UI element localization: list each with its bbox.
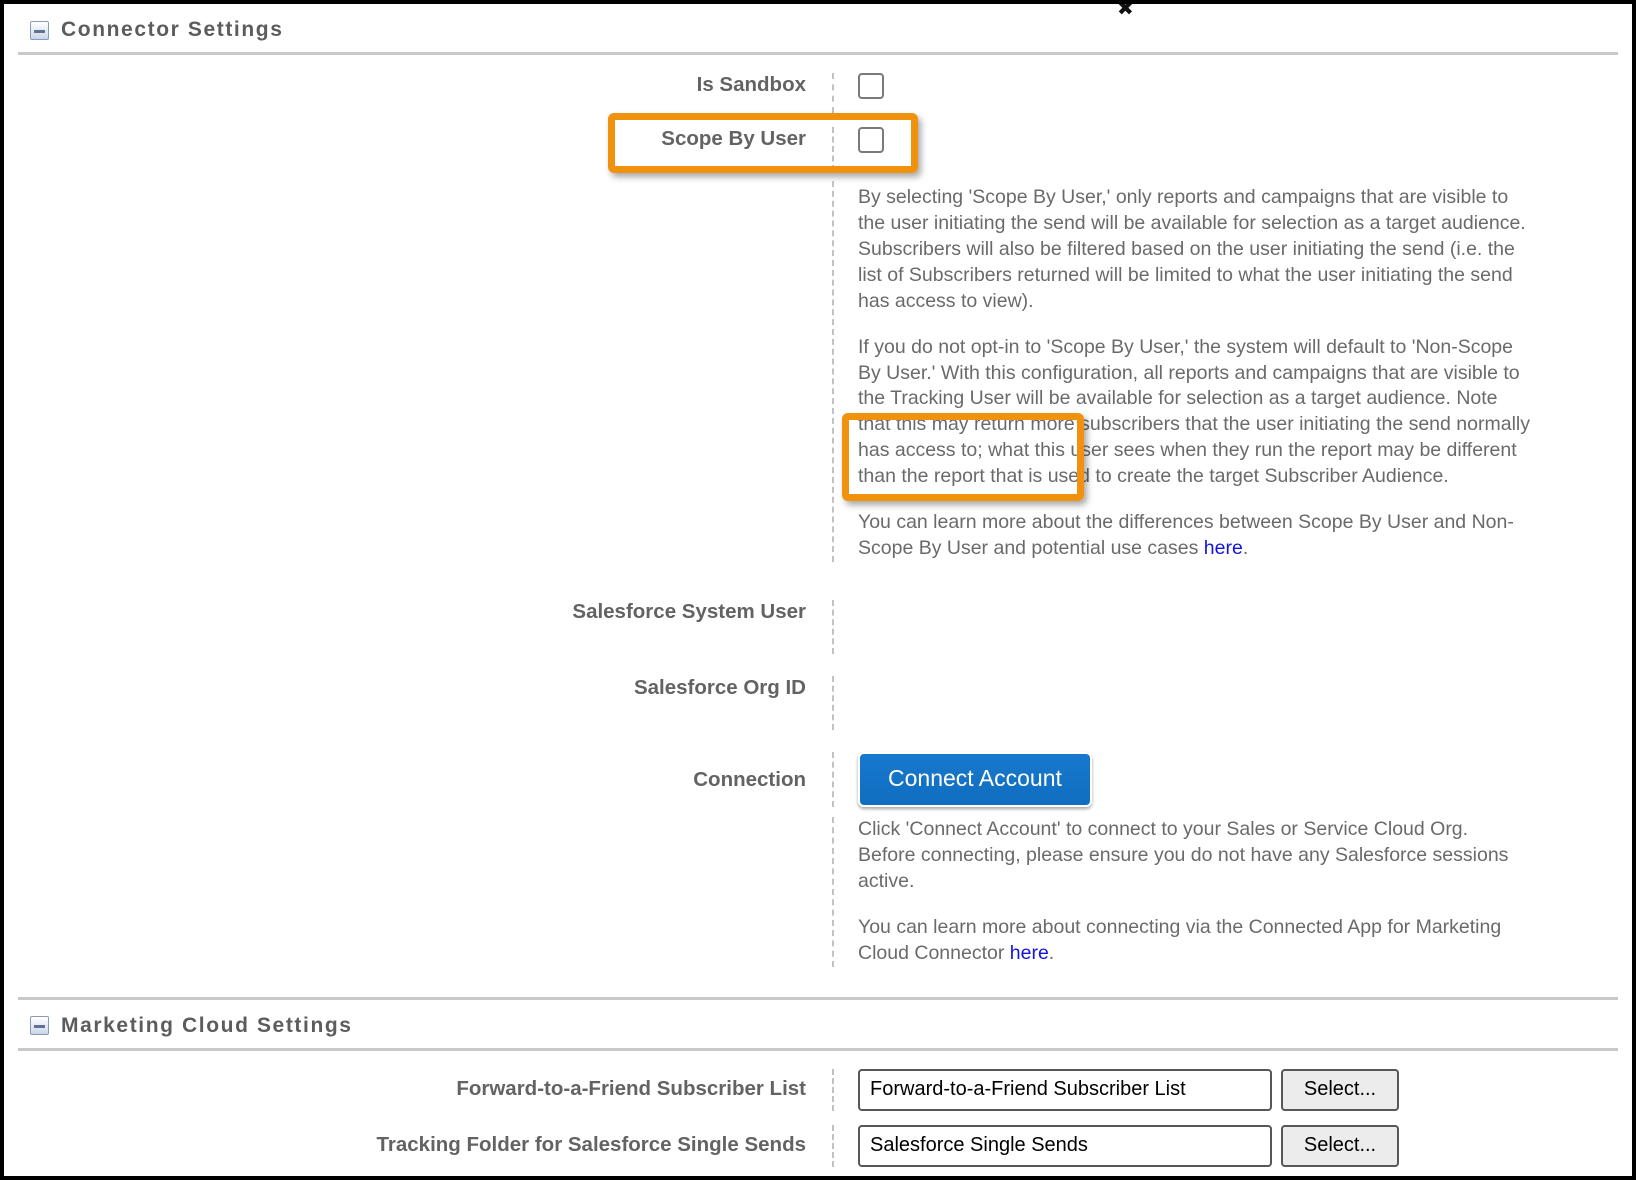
connect-help-paragraph-1: Click 'Connect Account' to connect to yo… — [858, 817, 1509, 892]
label-salesforce-org-id: Salesforce Org ID — [633, 675, 806, 699]
collapse-minus-icon[interactable] — [30, 20, 49, 40]
field-separator — [832, 751, 834, 807]
row-forward-to-a-friend: Forward-to-a-Friend Subscriber List Sele… — [18, 1068, 1618, 1111]
row-tracking-folder-single-sends: Tracking Folder for Salesforce Single Se… — [18, 1124, 1618, 1167]
label-tracking-folder-single-sends: Tracking Folder for Salesforce Single Se… — [376, 1132, 807, 1156]
row-salesforce-system-user: Salesforce System User — [18, 599, 1618, 654]
row-salesforce-org-id: Salesforce Org ID — [18, 675, 1618, 730]
row-scope-by-user: Scope By User — [18, 127, 1618, 181]
forward-to-a-friend-input[interactable] — [858, 1068, 1272, 1111]
connect-help-link[interactable]: here — [1010, 942, 1049, 964]
value-tracking-folder-single-sends: Select... — [858, 1124, 1618, 1167]
scope-by-user-checkbox[interactable] — [858, 127, 884, 153]
row-scope-help: By selecting 'Scope By User,' only repor… — [18, 181, 1618, 562]
scope-help-p3-period: . — [1242, 537, 1249, 560]
connect-help-paragraph-2: You can learn more about connecting via … — [858, 915, 1530, 967]
row-connect-help: Click 'Connect Account' to connect to yo… — [18, 816, 1618, 967]
tracking-folder-single-sends-select-button[interactable]: Select... — [1281, 1124, 1399, 1167]
value-forward-to-a-friend: Select... — [858, 1068, 1618, 1111]
marketing-cloud-settings-header: Marketing Cloud Settings — [18, 1000, 1618, 1048]
value-scope-by-user — [858, 127, 1618, 158]
row-is-sandbox: Is Sandbox — [18, 73, 1618, 127]
scope-help-link[interactable]: here — [1204, 537, 1243, 559]
label-forward-to-a-friend: Forward-to-a-Friend Subscriber List — [456, 1076, 806, 1100]
value-connection: Connect Account — [858, 751, 1618, 807]
value-is-sandbox — [858, 73, 1618, 104]
collapse-minus-icon[interactable] — [30, 1016, 49, 1036]
row-connection: Connection Connect Account — [18, 751, 1618, 807]
field-separator — [832, 1068, 834, 1111]
field-separator — [832, 1124, 834, 1167]
field-separator — [832, 73, 834, 113]
marketing-cloud-settings-body: Forward-to-a-Friend Subscriber List Sele… — [18, 1051, 1618, 1176]
scope-help-paragraph-3: You can learn more about the differences… — [858, 510, 1530, 562]
label-salesforce-system-user: Salesforce System User — [572, 599, 806, 623]
tracking-folder-single-sends-input[interactable] — [858, 1124, 1272, 1167]
scope-help-paragraph-1: By selecting 'Scope By User,' only repor… — [858, 186, 1526, 312]
field-separator — [832, 599, 834, 654]
field-separator — [832, 181, 834, 562]
label-is-sandbox: Is Sandbox — [696, 73, 806, 96]
connect-help-p2-text: You can learn more about connecting via … — [858, 915, 1502, 964]
scope-help-p3-text: You can learn more about the differences… — [858, 511, 1514, 560]
label-connection: Connection — [693, 767, 806, 791]
field-separator — [832, 816, 834, 967]
connect-account-button[interactable]: Connect Account — [858, 751, 1092, 807]
marketing-cloud-settings-title: Marketing Cloud Settings — [61, 1013, 353, 1037]
scope-help-text: By selecting 'Scope By User,' only repor… — [858, 181, 1618, 562]
field-separator — [832, 127, 834, 171]
scope-help-paragraph-2: If you do not opt-in to 'Scope By User,'… — [858, 335, 1530, 488]
screenshot-root: ✖ Connector Settings Is Sandbox Scope By… — [0, 0, 1636, 1180]
is-sandbox-checkbox[interactable] — [858, 73, 884, 99]
connect-help-p2-period: . — [1048, 941, 1055, 964]
label-scope-by-user: Scope By User — [661, 127, 806, 150]
connector-settings-title: Connector Settings — [61, 18, 284, 41]
connector-settings-header: Connector Settings — [18, 4, 1618, 52]
forward-to-a-friend-select-button[interactable]: Select... — [1281, 1068, 1399, 1111]
field-separator — [832, 675, 834, 730]
connect-help-text: Click 'Connect Account' to connect to yo… — [858, 817, 1618, 967]
top-edge-artifact: ✖ — [1117, 4, 1134, 16]
connector-settings-body: Is Sandbox Scope By User By selecting 'S… — [18, 55, 1618, 967]
